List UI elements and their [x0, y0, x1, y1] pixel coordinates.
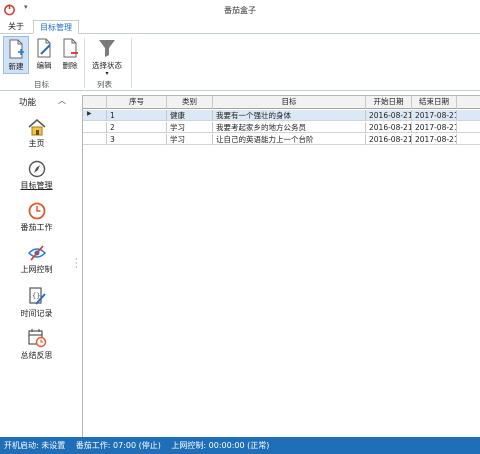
row-indicator-cell [83, 134, 107, 145]
ribbon-tabs: 关于 目标管理 [0, 20, 480, 34]
edit-button[interactable]: 编辑 [31, 36, 57, 74]
notebook-pen-icon: {} [28, 287, 46, 305]
collapse-caret-icon[interactable]: ︿ [58, 95, 66, 106]
sidebar-item-summary[interactable]: 总结反思 [0, 328, 73, 370]
category-cell[interactable]: 学习 [167, 134, 213, 145]
sidebar-header: 功能 [19, 98, 37, 108]
delete-button-label: 删除 [62, 61, 78, 70]
goal-cell[interactable]: 我要考起家乡的地方公务员 [213, 122, 366, 133]
start-date-cell[interactable]: 2016-08-21 [366, 134, 412, 145]
sidebar-item-target-management[interactable]: 目标管理 [0, 160, 73, 202]
start-date-cell[interactable]: 2016-08-21 [366, 110, 412, 121]
delete-document-icon [63, 38, 78, 58]
ribbon-group-list: 列表 [97, 80, 112, 89]
startup-status: 开机启动: 未设置 [4, 441, 66, 450]
compass-icon [28, 160, 45, 178]
sidebar-item-time-record[interactable]: {} 时间记录 [0, 286, 73, 328]
edit-document-icon [37, 38, 51, 58]
index-cell[interactable]: 1 [107, 110, 167, 121]
category-cell[interactable]: 学习 [167, 122, 213, 133]
new-button-label: 新建 [8, 62, 24, 71]
new-document-icon [9, 39, 24, 59]
column-header[interactable]: 结束日期 [412, 96, 457, 109]
category-cell[interactable]: 健康 [167, 110, 213, 121]
status-bar: 开机启动: 未设置 番茄工作: 07:00 (停止) 上网控制: 00:00:0… [0, 437, 480, 454]
start-date-cell[interactable]: 2016-08-21 [366, 122, 412, 133]
end-date-cell[interactable]: 2017-08-21 [412, 134, 457, 145]
filter-dropdown-icon: ▾ [105, 70, 109, 77]
funnel-filter-icon [99, 40, 115, 57]
tomato-status: 番茄工作: 07:00 (停止) [75, 441, 161, 450]
index-cell[interactable]: 3 [107, 134, 167, 145]
sidebar-item-home[interactable]: 主页 [0, 118, 73, 160]
ribbon-toolbar: 新建 编辑 删除 选择状态 ▾ 目标 列表 [0, 33, 480, 91]
row-indicator-cell [83, 110, 107, 121]
goal-cell[interactable]: 让自己的英语能力上一个台阶 [213, 134, 366, 145]
column-header[interactable]: 开始日期 [366, 96, 412, 109]
table-row[interactable]: 3 学习 让自己的英语能力上一个台阶 2016-08-21 2017-08-21 [83, 134, 480, 145]
sidebar: 功能 ︿ 主页 目标管理 番茄工作 上网控制 {} 时间记录 总结反思 [0, 92, 73, 437]
sidebar-item-label: 番茄工作 [20, 223, 53, 232]
column-header[interactable]: 序号 [107, 96, 167, 109]
table-row[interactable]: 2 学习 我要考起家乡的地方公务员 2016-08-21 2017-08-21 [83, 122, 480, 133]
goal-cell[interactable]: 我要有一个强壮的身体 [213, 110, 366, 121]
new-button[interactable]: 新建 [3, 36, 29, 74]
eye-off-icon [27, 245, 46, 261]
end-date-cell[interactable]: 2017-08-21 [412, 110, 457, 121]
ribbon-separator [131, 38, 132, 88]
column-header[interactable]: 目标 [213, 96, 366, 109]
sidebar-item-tomato-work[interactable]: 番茄工作 [0, 202, 73, 244]
edit-button-label: 编辑 [36, 61, 52, 70]
ribbon-group-target: 目标 [34, 80, 49, 89]
ribbon-separator [84, 38, 85, 88]
home-icon [28, 119, 45, 136]
row-indicator-cell [83, 122, 107, 133]
sidebar-item-label: 时间记录 [20, 309, 53, 318]
title-bar: ▾ 番茄盒子 [0, 0, 480, 20]
filter-status-button[interactable]: 选择状态 ▾ [88, 36, 126, 77]
sidebar-item-label: 目标管理 [20, 181, 53, 190]
tab-target-management[interactable]: 目标管理 [33, 20, 79, 34]
sidebar-item-label: 总结反思 [20, 351, 53, 360]
index-cell[interactable]: 2 [107, 122, 167, 133]
table-row[interactable]: ▶ 1 健康 我要有一个强壮的身体 2016-08-21 2017-08-21 [83, 110, 480, 121]
goal-table: 序号 类别 目标 开始日期 结束日期 ▶ 1 健康 我要有一个强壮的身体 201… [82, 95, 480, 437]
window-title: 番茄盒子 [224, 6, 256, 15]
svg-text:{}: {} [32, 292, 40, 300]
delete-button[interactable]: 删除 [57, 36, 83, 74]
row-indicator-header [83, 96, 107, 109]
table-header: 序号 类别 目标 开始日期 结束日期 [83, 96, 480, 109]
tab-about[interactable]: 关于 [4, 20, 28, 34]
sidebar-item-label: 主页 [28, 139, 45, 148]
calendar-clock-icon [27, 329, 46, 348]
column-header[interactable]: 类别 [167, 96, 213, 109]
splitter-handle[interactable]: · · · [75, 256, 78, 272]
sidebar-item-net-control[interactable]: 上网控制 [0, 244, 73, 286]
sidebar-item-label: 上网控制 [20, 265, 53, 274]
clock-icon [28, 202, 45, 220]
end-date-cell[interactable]: 2017-08-21 [412, 122, 457, 133]
net-control-status: 上网控制: 00:00:00 (正常) [171, 441, 270, 450]
